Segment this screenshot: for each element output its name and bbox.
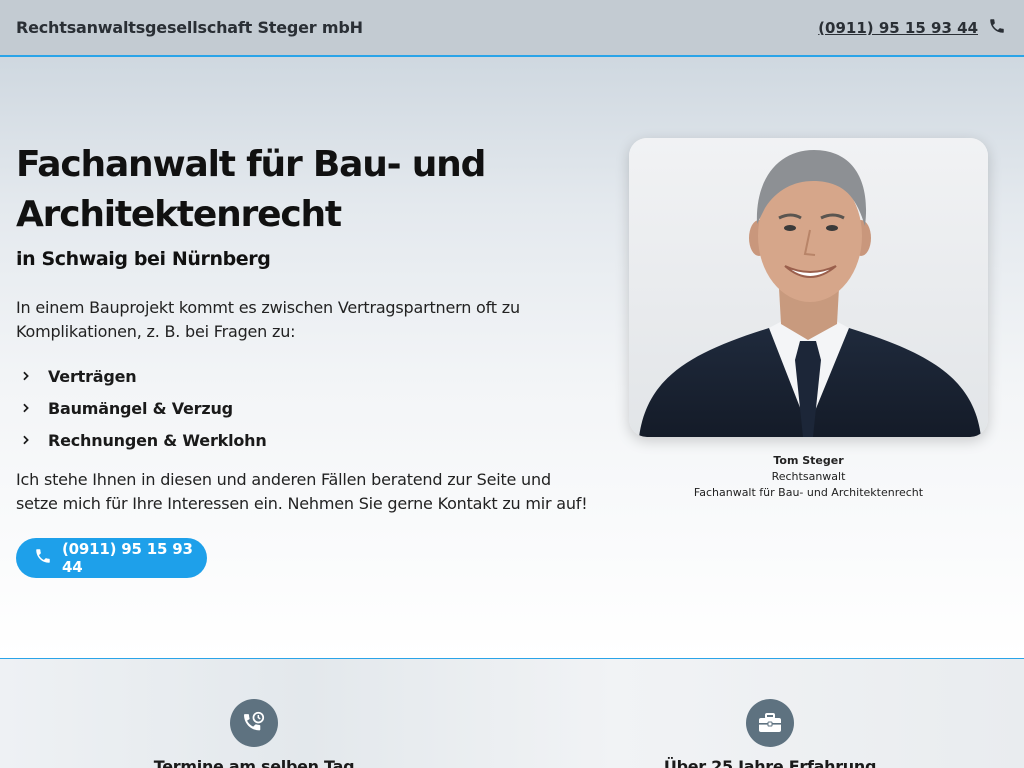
phone-clock-icon xyxy=(230,699,278,747)
headline-line-2: Architektenrecht xyxy=(16,194,342,235)
portrait-photo xyxy=(629,138,988,437)
page-title: Fachanwalt für Bau- und Architektenrecht xyxy=(16,140,596,240)
hero-text: Fachanwalt für Bau- und Architektenrecht… xyxy=(16,140,596,516)
topic-list: Verträgen Baumängel & Verzug Rechnungen … xyxy=(16,360,596,456)
list-item-label: Rechnungen & Werklohn xyxy=(48,430,267,450)
site-header: Rechtsanwaltsgesellschaft Steger mbH (09… xyxy=(0,0,1024,57)
list-item-label: Baumängel & Verzug xyxy=(48,398,233,418)
list-item: Rechnungen & Werklohn xyxy=(16,424,596,456)
intro-text: In einem Bauprojekt kommt es zwischen Ve… xyxy=(16,298,520,341)
header-phone[interactable]: (0911) 95 15 93 44 xyxy=(818,17,1006,39)
brand-name[interactable]: Rechtsanwaltsgesellschaft Steger mbH xyxy=(16,18,363,37)
location-subtitle: in Schwaig bei Nürnberg xyxy=(16,248,271,270)
briefcase-icon xyxy=(746,699,794,747)
call-button-label: (0911) 95 15 93 44 xyxy=(62,540,193,576)
feature-same-day: Termine am selben Tag xyxy=(104,699,404,768)
list-item: Baumängel & Verzug xyxy=(16,392,596,424)
feature-title: Termine am selben Tag xyxy=(153,757,355,768)
portrait-caption: Tom Steger Rechtsanwalt Fachanwalt für B… xyxy=(629,453,988,501)
feature-title: Über 25 Jahre Erfahrung xyxy=(663,757,877,768)
chevron-right-icon xyxy=(16,435,48,445)
feature-experience: Über 25 Jahre Erfahrung xyxy=(620,699,920,768)
chevron-right-icon xyxy=(16,403,48,413)
lawyer-role: Rechtsanwalt xyxy=(771,470,846,483)
chevron-right-icon xyxy=(16,371,48,381)
lawyer-name: Tom Steger xyxy=(773,454,844,467)
headline-line-1: Fachanwalt für Bau- und xyxy=(16,144,486,185)
list-item: Verträgen xyxy=(16,360,596,392)
phone-icon xyxy=(34,547,52,569)
features-section: Termine am selben Tag Über 25 Jahre Erfa… xyxy=(0,658,1024,768)
outro-text: Ich stehe Ihnen in diesen und anderen Fä… xyxy=(16,470,588,513)
hero-section: Fachanwalt für Bau- und Architektenrecht… xyxy=(0,57,1024,658)
call-button[interactable]: (0911) 95 15 93 44 xyxy=(16,538,207,578)
phone-icon[interactable] xyxy=(988,17,1006,39)
header-phone-link[interactable]: (0911) 95 15 93 44 xyxy=(818,19,978,37)
list-item-label: Verträgen xyxy=(48,366,137,386)
lawyer-specialty: Fachanwalt für Bau- und Architektenrecht xyxy=(693,486,924,499)
